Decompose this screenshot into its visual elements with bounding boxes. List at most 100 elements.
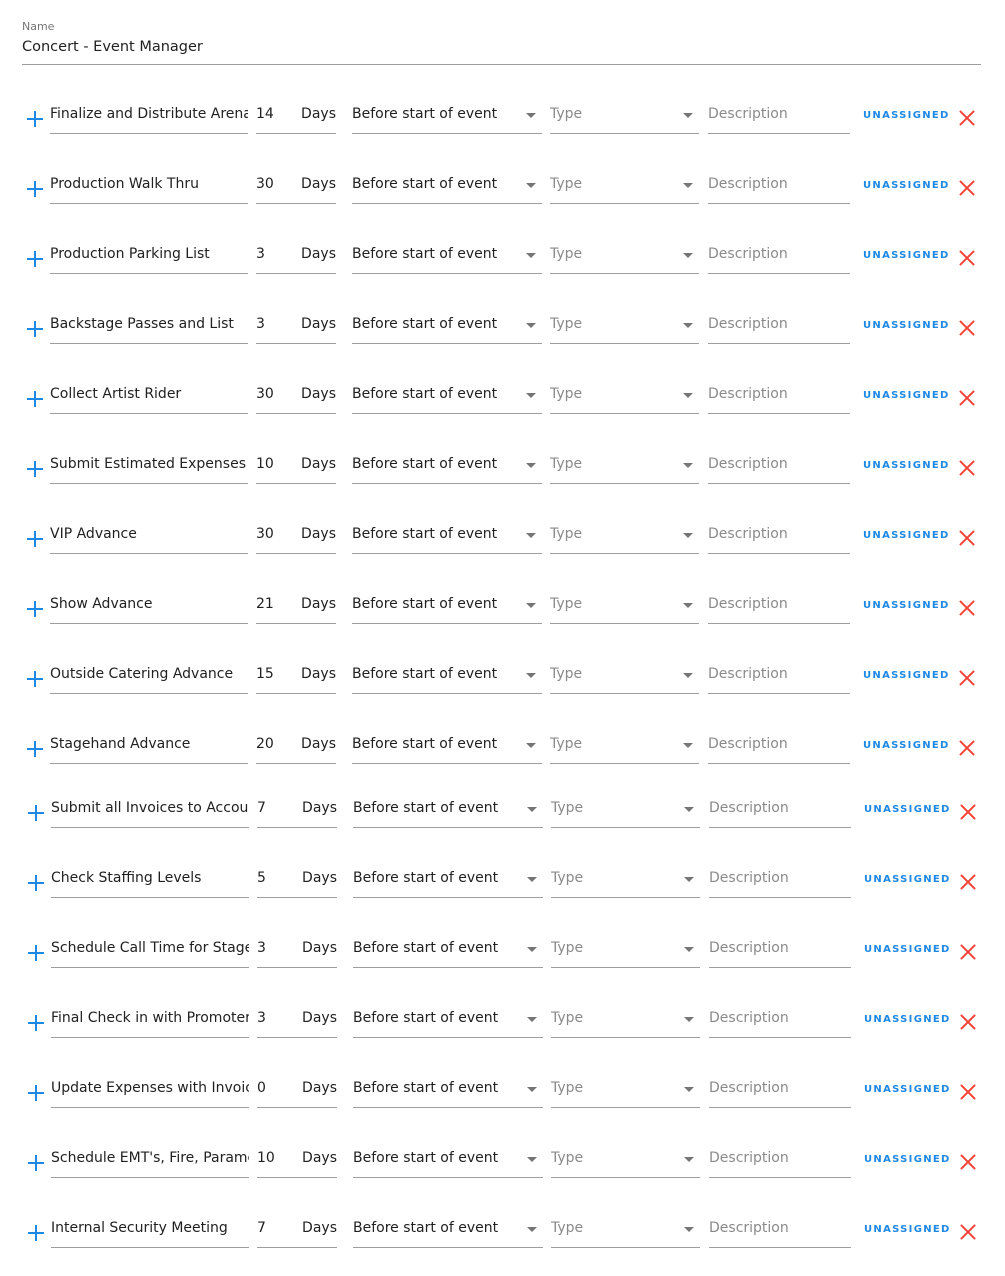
task-name-field[interactable]: Production Parking List [50,243,248,274]
task-days-field[interactable]: 3 Days [257,1007,337,1038]
add-subtask-plus-icon[interactable] [27,601,43,617]
description-field[interactable]: Description [708,523,850,554]
assign-button[interactable]: UNASSIGNED [863,390,948,401]
task-days-field[interactable]: 15 Days [256,663,336,694]
task-name-field[interactable]: Show Advance [50,593,248,624]
task-name-value[interactable]: Outside Catering Advance [50,666,248,682]
assign-button[interactable]: UNASSIGNED [863,530,948,541]
timing-select[interactable]: Before start of event [353,1217,543,1248]
task-days-field[interactable]: 21 Days [256,593,336,624]
remove-task-close-icon[interactable] [959,250,975,266]
type-select[interactable]: Type [550,243,699,274]
task-days-field[interactable]: 10 Days [256,453,336,484]
type-select[interactable]: Type [550,383,699,414]
assign-button[interactable]: UNASSIGNED [863,320,948,331]
task-name-value[interactable]: Stagehand Advance [50,736,248,752]
task-name-field[interactable]: Schedule EMT's, Fire, Paramedics [51,1147,249,1178]
task-name-field[interactable]: Check Staffing Levels [51,867,249,898]
remove-task-close-icon[interactable] [960,874,976,890]
type-select[interactable]: Type [550,453,699,484]
task-name-field[interactable]: Update Expenses with Invoices [51,1077,249,1108]
assign-button[interactable]: UNASSIGNED [863,250,948,261]
remove-task-close-icon[interactable] [960,1014,976,1030]
task-days-field[interactable]: 5 Days [257,867,337,898]
add-subtask-plus-icon[interactable] [27,111,43,127]
description-field[interactable]: Description [709,1147,851,1178]
task-name-field[interactable]: Schedule Call Time for Stagehands [51,937,249,968]
timing-select[interactable]: Before start of event [352,243,542,274]
task-days-value[interactable]: 30 [256,176,296,192]
task-days-field[interactable]: 3 Days [256,313,336,344]
assign-button[interactable]: UNASSIGNED [864,1154,949,1165]
type-select[interactable]: Type [550,103,699,134]
description-field[interactable]: Description [708,313,850,344]
add-subtask-plus-icon[interactable] [27,321,43,337]
timing-select[interactable]: Before start of event [353,1077,543,1108]
add-subtask-plus-icon[interactable] [28,875,44,891]
description-field[interactable]: Description [708,733,850,764]
add-subtask-plus-icon[interactable] [28,1015,44,1031]
add-subtask-plus-icon[interactable] [28,945,44,961]
add-subtask-plus-icon[interactable] [28,1155,44,1171]
task-days-field[interactable]: 30 Days [256,383,336,414]
remove-task-close-icon[interactable] [960,1224,976,1240]
task-days-value[interactable]: 3 [257,940,297,956]
assign-button[interactable]: UNASSIGNED [863,740,948,751]
timing-select[interactable]: Before start of event [353,937,543,968]
task-days-field[interactable]: 30 Days [256,523,336,554]
description-field[interactable]: Description [708,593,850,624]
task-name-value[interactable]: Internal Security Meeting [51,1220,249,1236]
assign-button[interactable]: UNASSIGNED [864,944,949,955]
description-field[interactable]: Description [709,1217,851,1248]
task-days-field[interactable]: 10 Days [257,1147,337,1178]
description-field[interactable]: Description [708,173,850,204]
description-field[interactable]: Description [709,867,851,898]
type-select[interactable]: Type [550,173,699,204]
task-days-field[interactable]: 0 Days [257,1077,337,1108]
add-subtask-plus-icon[interactable] [27,391,43,407]
type-select[interactable]: Type [551,1147,700,1178]
add-subtask-plus-icon[interactable] [27,531,43,547]
remove-task-close-icon[interactable] [959,110,975,126]
task-name-field[interactable]: Submit all Invoices to Accounting [51,797,249,828]
assign-button[interactable]: UNASSIGNED [864,1014,949,1025]
task-name-value[interactable]: Production Parking List [50,246,248,262]
type-select[interactable]: Type [550,313,699,344]
description-field[interactable]: Description [709,1007,851,1038]
task-name-field[interactable]: Stagehand Advance [50,733,248,764]
add-subtask-plus-icon[interactable] [28,1225,44,1241]
add-subtask-plus-icon[interactable] [28,805,44,821]
timing-select[interactable]: Before start of event [353,867,543,898]
task-days-value[interactable]: 20 [256,736,296,752]
description-field[interactable]: Description [708,243,850,274]
task-days-value[interactable]: 10 [256,456,296,472]
task-name-field[interactable]: Backstage Passes and List [50,313,248,344]
type-select[interactable]: Type [551,1077,700,1108]
task-name-value[interactable]: Collect Artist Rider [50,386,248,402]
assign-button[interactable]: UNASSIGNED [863,600,948,611]
remove-task-close-icon[interactable] [959,530,975,546]
description-field[interactable]: Description [709,1077,851,1108]
remove-task-close-icon[interactable] [960,944,976,960]
task-days-value[interactable]: 30 [256,386,296,402]
task-days-value[interactable]: 7 [257,1220,297,1236]
task-days-value[interactable]: 3 [256,246,296,262]
task-name-field[interactable]: Finalize and Distribute Arena Ad [50,103,248,134]
description-field[interactable]: Description [709,797,851,828]
type-select[interactable]: Type [551,1217,700,1248]
assign-button[interactable]: UNASSIGNED [864,1084,949,1095]
description-field[interactable]: Description [708,663,850,694]
type-select[interactable]: Type [550,663,699,694]
task-days-field[interactable]: 7 Days [257,797,337,828]
task-name-field[interactable]: Final Check in with Promoter [51,1007,249,1038]
remove-task-close-icon[interactable] [960,1084,976,1100]
timing-select[interactable]: Before start of event [352,453,542,484]
type-select[interactable]: Type [551,1007,700,1038]
remove-task-close-icon[interactable] [959,600,975,616]
remove-task-close-icon[interactable] [959,670,975,686]
timing-select[interactable]: Before start of event [352,663,542,694]
assign-button[interactable]: UNASSIGNED [864,1224,949,1235]
remove-task-close-icon[interactable] [959,320,975,336]
task-name-field[interactable]: VIP Advance [50,523,248,554]
timing-select[interactable]: Before start of event [353,1007,543,1038]
